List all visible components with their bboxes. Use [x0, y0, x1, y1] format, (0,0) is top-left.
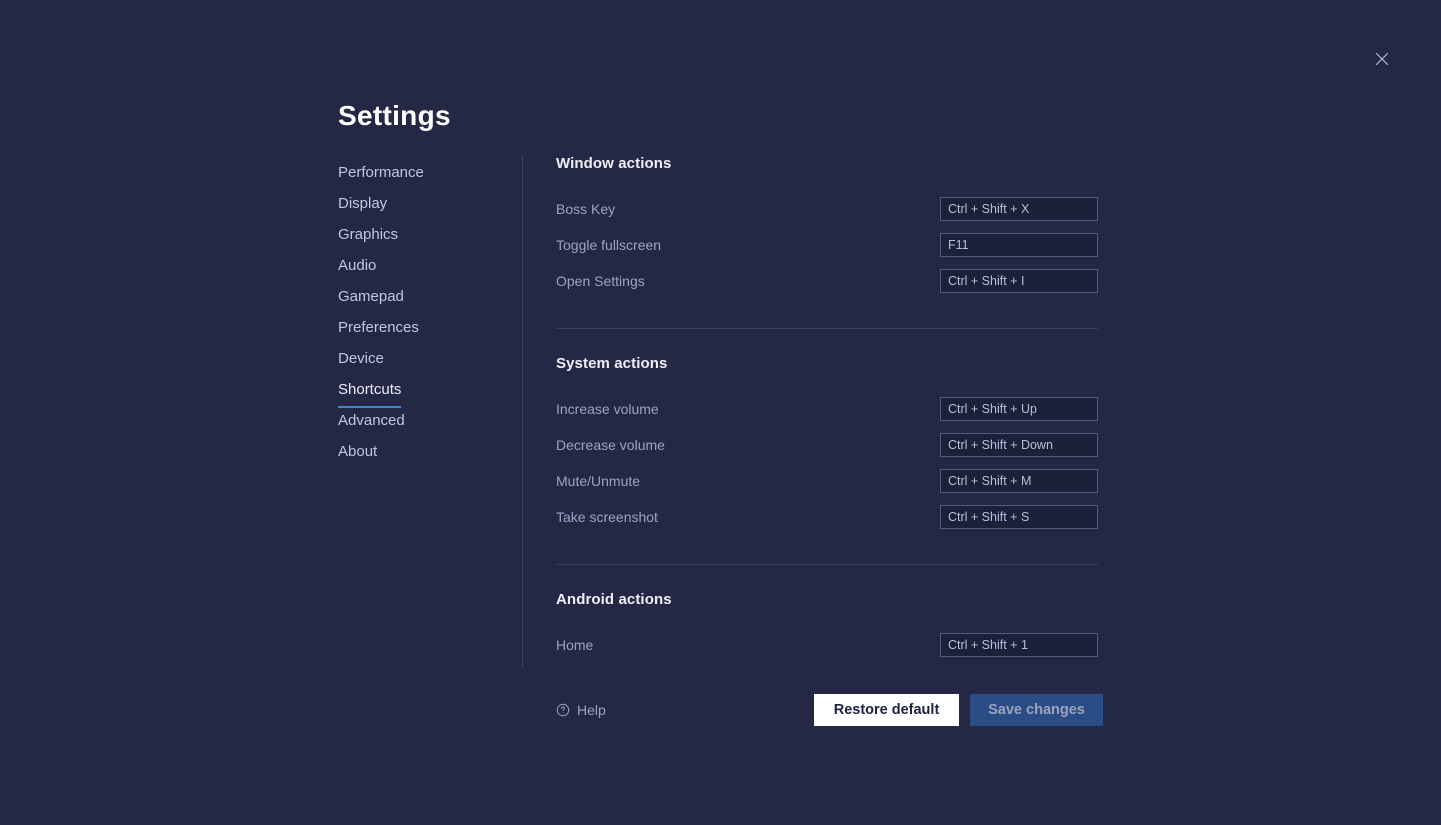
shortcut-input-open-settings[interactable]	[940, 269, 1098, 293]
sidebar-item-label: Gamepad	[338, 288, 404, 305]
shortcut-row: Back	[556, 663, 1098, 668]
shortcut-row: Decrease volume	[556, 427, 1098, 463]
shortcut-row: Home	[556, 627, 1098, 663]
section-android-actions: Android actionsHomeBackShakeRotate	[556, 564, 1098, 668]
sidebar-item-advanced[interactable]: Advanced	[338, 408, 405, 439]
sidebar-item-gamepad[interactable]: Gamepad	[338, 284, 404, 315]
shortcut-label: Toggle fullscreen	[556, 237, 662, 253]
section-divider	[556, 328, 1098, 329]
sidebar-item-device[interactable]: Device	[338, 346, 384, 377]
question-circle-icon	[556, 703, 570, 717]
shortcut-input-decrease-volume[interactable]	[940, 433, 1098, 457]
page-title: Settings	[338, 100, 451, 131]
sidebar-item-label: Audio	[338, 257, 377, 274]
shortcut-label: Decrease volume	[556, 437, 665, 453]
settings-sidebar: Performance Display Graphics Audio Gamepad Pr…	[338, 155, 522, 668]
close-icon	[1374, 51, 1390, 67]
shortcut-label: Take screenshot	[556, 509, 658, 525]
sidebar-item-audio[interactable]: Audio	[338, 253, 376, 284]
shortcut-row: Open Settings	[556, 263, 1098, 299]
sidebar-item-display[interactable]: Display	[338, 191, 387, 222]
shortcut-row: Take screenshot	[556, 499, 1098, 535]
sidebar-item-preferences[interactable]: Preferences	[338, 315, 419, 346]
shortcut-input-home[interactable]	[940, 633, 1098, 657]
shortcut-label: Increase volume	[556, 401, 659, 417]
help-label: Help	[577, 702, 606, 718]
close-button[interactable]	[1368, 45, 1396, 73]
settings-window: Settings Performance Display Graphics Audio…	[0, 0, 1441, 825]
shortcut-input-increase-volume[interactable]	[940, 397, 1098, 421]
sidebar-item-label: Graphics	[338, 226, 399, 243]
sidebar-item-label: About	[338, 443, 378, 460]
sidebar-item-label: Preferences	[338, 319, 419, 336]
shortcut-input-mute-unmute[interactable]	[940, 469, 1098, 493]
sidebar-item-label: Display	[338, 195, 388, 212]
sidebar-item-performance[interactable]: Performance	[338, 160, 424, 191]
settings-footer: Help Restore default Save changes	[556, 694, 1103, 726]
shortcut-label: Mute/Unmute	[556, 473, 641, 489]
section-divider	[556, 564, 1098, 565]
sidebar-item-shortcuts[interactable]: Shortcuts	[338, 377, 402, 408]
sidebar-item-label: Performance	[338, 164, 424, 181]
section-heading: System actions	[556, 355, 668, 372]
help-link[interactable]: Help	[556, 702, 606, 718]
sidebar-item-graphics[interactable]: Graphics	[338, 222, 398, 253]
shortcut-label: Home	[556, 637, 594, 653]
shortcuts-content-pane[interactable]: Window actions Boss Key Toggle fullscreen O…	[523, 155, 1098, 668]
shortcut-row: Increase volume	[556, 391, 1098, 427]
section-system-actions: System actions Increase volume Decrease vo…	[556, 328, 1098, 535]
shortcut-label: Boss Key	[556, 201, 616, 217]
settings-body: Performance Display Graphics Audio Gamepad Pr…	[338, 155, 1098, 668]
section-heading: Window actions	[556, 155, 672, 172]
shortcut-input-boss-key[interactable]	[940, 197, 1098, 221]
shortcut-row: Toggle fullscreen	[556, 227, 1098, 263]
shortcut-row: Boss Key	[556, 191, 1098, 227]
section-heading: Android actions	[556, 591, 672, 608]
shortcut-input-take-screenshot[interactable]	[940, 505, 1098, 529]
restore-default-button[interactable]: Restore default	[814, 694, 959, 726]
sidebar-item-label: Advanced	[338, 412, 405, 429]
shortcut-row: Mute/Unmute	[556, 463, 1098, 499]
shortcut-input-toggle-fullscreen[interactable]	[940, 233, 1098, 257]
shortcut-label: Open Settings	[556, 273, 645, 289]
sidebar-item-about[interactable]: About	[338, 439, 377, 470]
section-window-actions: Window actions Boss Key Toggle fullscreen O…	[556, 155, 1098, 299]
sidebar-item-label: Device	[338, 350, 384, 367]
save-changes-button[interactable]: Save changes	[970, 694, 1103, 726]
sidebar-item-label: Shortcuts	[338, 377, 402, 408]
